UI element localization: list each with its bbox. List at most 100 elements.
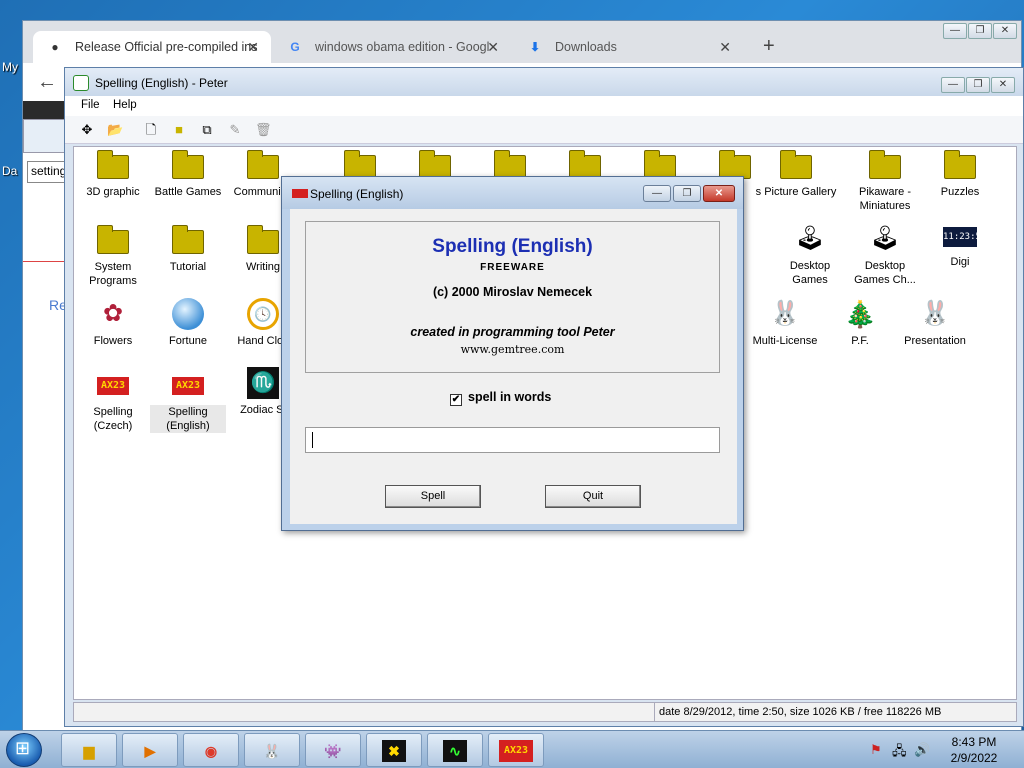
maximize-icon[interactable]: ❐ <box>673 185 701 202</box>
close-icon[interactable]: ✕ <box>991 77 1015 93</box>
tab-github-release[interactable]: ● Release Official pre-compiled ins ✕ <box>33 31 271 63</box>
tab-close-icon[interactable]: ✕ <box>247 31 259 63</box>
close-icon[interactable]: ✕ <box>993 23 1017 39</box>
program-label: Spelling (English) <box>150 405 226 433</box>
program-spelling-english[interactable]: AX23 Spelling (English) <box>150 373 226 433</box>
minimize-icon[interactable]: — <box>643 185 671 202</box>
maximize-icon[interactable]: ❐ <box>966 77 990 93</box>
program-3d-graphic[interactable]: 3D graphic <box>75 150 151 199</box>
new-folder-icon[interactable]: ■ <box>171 122 187 138</box>
back-arrow-icon[interactable]: ← <box>37 71 57 94</box>
program-label: 3D graphic <box>86 186 140 198</box>
taskbar-chrome[interactable]: ◉ <box>183 733 239 767</box>
taskbar-media-player[interactable]: ▶ <box>122 733 178 767</box>
volume-icon[interactable]: 🔊 <box>914 742 930 758</box>
play-icon: ▶ <box>144 743 156 759</box>
spell-in-words-option[interactable]: ✔ spell in words <box>450 390 551 406</box>
bunny-icon: 🐰 <box>770 300 800 327</box>
folder-icon: ▆ <box>83 743 95 759</box>
taskbar: ▆ ▶ ◉ 🐰 👾 ✖ ∿ AX23 ⚑ 🖧 🔊 8:43 PM 2/9/202… <box>0 730 1024 768</box>
github-icon: ● <box>51 40 59 54</box>
taskbar-explorer[interactable]: ▆ <box>61 733 117 767</box>
program-pikaware-miniatures[interactable]: Pikaware - Miniatures <box>847 150 923 213</box>
program-puzzles[interactable]: Puzzles <box>922 150 998 199</box>
dialog-title: Spelling (English) <box>310 187 404 201</box>
desktop-label-my: My <box>2 60 18 74</box>
taskbar-alien[interactable]: 👾 <box>305 733 361 767</box>
program-pf[interactable]: 🎄 P.F. <box>822 298 898 348</box>
spell-button[interactable]: Spell <box>385 485 481 508</box>
program-presentation[interactable]: 🐰 Presentation <box>897 298 973 348</box>
minimize-icon[interactable]: — <box>941 77 965 93</box>
dialog-titlebar: Spelling (English) — ❐ ✕ <box>282 177 743 209</box>
program-label: Desktop Games <box>789 260 831 286</box>
bunny-icon: 🐰 <box>920 300 950 327</box>
program-label: Digi <box>950 256 970 268</box>
program-spelling-czech[interactable]: AX23 Spelling (Czech) <box>75 373 151 433</box>
peter-toolbar: ✥ 📂 🗋 ■ ⧉ ✎ 🗑 <box>65 116 1023 144</box>
program-battle-games[interactable]: Battle Games <box>150 150 226 199</box>
menu-file[interactable]: File <box>81 99 100 111</box>
tab-close-icon[interactable]: ✕ <box>487 31 499 63</box>
checkbox-label: spell in words <box>468 390 552 404</box>
program-desktop-games[interactable]: 🕹 Desktop Games <box>772 223 848 287</box>
program-label: System Programs <box>89 261 137 287</box>
license-label: FREEWARE <box>480 262 545 273</box>
program-system-programs[interactable]: System Programs <box>75 225 151 288</box>
ax23-icon: AX23 <box>172 377 204 395</box>
folder-icon <box>780 150 812 179</box>
flower-icon: ✿ <box>102 300 124 327</box>
program-label: Puzzles <box>940 186 980 198</box>
network-icon[interactable]: 🖧 <box>892 742 907 764</box>
menu-help[interactable]: Help <box>113 99 137 111</box>
about-heading: Spelling (English) <box>432 236 593 257</box>
tab-downloads[interactable]: ⬇ Downloads ✕ <box>513 31 743 63</box>
taskbar-peter[interactable]: 🐰 <box>244 733 300 767</box>
program-label: Flowers <box>93 335 133 347</box>
program-label: Spelling (Czech) <box>93 406 133 432</box>
clock-icon: 🕓 <box>247 298 279 330</box>
open-folder-icon[interactable]: 📂 <box>107 122 123 138</box>
dialog-body: Spelling (English) FREEWARE (c) 2000 Mir… <box>290 209 737 524</box>
program-fortune[interactable]: Fortune <box>150 298 226 348</box>
program-digi[interactable]: 11:23:51 Digi <box>922 223 998 269</box>
taskbar-spelling[interactable]: AX23 <box>488 733 544 767</box>
maximize-icon[interactable]: ❐ <box>968 23 992 39</box>
program-desktop-games-ch[interactable]: 🕹 Desktop Games Ch... <box>847 223 923 287</box>
action-center-icon[interactable]: ⚑ <box>870 742 882 758</box>
clock-date: 2/9/2022 <box>950 751 998 765</box>
chrome-window-controls: — ❐ ✕ <box>942 22 1017 40</box>
new-tab-button[interactable]: + <box>763 35 775 58</box>
taskbar-oscilloscope[interactable]: ∿ <box>427 733 483 767</box>
program-label: s Picture Gallery <box>755 186 837 198</box>
start-button[interactable] <box>6 733 42 767</box>
program-multi-license[interactable]: 🐰 Multi-License <box>747 298 823 348</box>
created-with-text: created in programming tool Peter <box>410 325 615 339</box>
program-label: Battle Games <box>154 186 222 198</box>
folder-icon <box>944 150 976 179</box>
google-icon: G <box>290 40 300 54</box>
program-label: Pikaware - Miniatures <box>859 186 911 212</box>
copy-icon[interactable]: ⧉ <box>199 122 215 138</box>
rename-icon[interactable]: ✎ <box>227 122 243 138</box>
tab-google-search[interactable]: G windows obama edition - Googl ✕ <box>273 31 511 63</box>
program-label: Tutorial <box>169 261 207 273</box>
tab-close-icon[interactable]: ✕ <box>719 31 731 63</box>
scorpion-icon: ♏ <box>247 367 279 399</box>
minimize-icon[interactable]: — <box>943 23 967 39</box>
close-icon[interactable]: ✕ <box>703 185 735 202</box>
quit-button[interactable]: Quit <box>545 485 641 508</box>
program-picture-gallery[interactable]: s Picture Gallery <box>746 150 846 199</box>
new-file-icon[interactable]: 🗋 <box>143 122 159 138</box>
word-input[interactable] <box>305 427 720 453</box>
digital-clock-icon: 11:23:51 <box>943 227 986 247</box>
taskbar-x-app[interactable]: ✖ <box>366 733 422 767</box>
program-tutorial[interactable]: Tutorial <box>150 225 226 274</box>
delete-icon[interactable]: 🗑 <box>255 122 272 138</box>
tab-title: Downloads <box>555 40 617 54</box>
clock[interactable]: 8:43 PM 2/9/2022 <box>944 734 1004 766</box>
program-flowers[interactable]: ✿ Flowers <box>75 298 151 348</box>
tree-icon: 🎄 <box>844 299 877 329</box>
run-icon[interactable]: ✥ <box>79 122 95 138</box>
spell-in-words-checkbox[interactable]: ✔ <box>450 394 462 406</box>
